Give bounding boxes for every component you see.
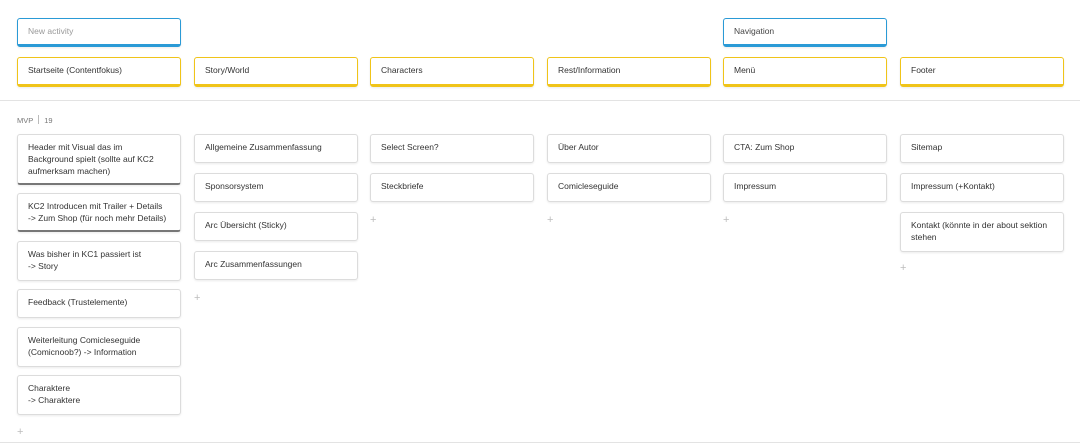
release-separator (38, 115, 40, 124)
story-card[interactable]: Sponsorsystem (194, 173, 358, 202)
story-card[interactable]: Charaktere -> Charaktere (17, 375, 181, 415)
activity-card-navigation[interactable]: Navigation (723, 18, 887, 47)
story-card[interactable]: Über Autor (547, 134, 711, 163)
story-card[interactable]: Header mit Visual das im Background spie… (17, 134, 181, 185)
story-card[interactable]: Kontakt (könnte in der about sektion ste… (900, 212, 1064, 252)
story-card[interactable]: Comicleseguide (547, 173, 711, 202)
story-card[interactable]: Impressum (+Kontakt) (900, 173, 1064, 202)
story-card[interactable]: Allgemeine Zusammenfassung (194, 134, 358, 163)
release-count: 19 (44, 116, 53, 125)
add-story-icon[interactable]: + (547, 215, 553, 226)
add-story-icon[interactable]: + (194, 293, 200, 304)
story-card[interactable]: Impressum (723, 173, 887, 202)
story-card[interactable]: Feedback (Trustelemente) (17, 289, 181, 318)
release-header: MVP 19 (17, 115, 53, 125)
step-card-startseite[interactable]: Startseite (Contentfokus) (17, 57, 181, 87)
story-card[interactable]: CTA: Zum Shop (723, 134, 887, 163)
release-divider-bottom (0, 442, 1080, 443)
story-card[interactable]: Was bisher in KC1 passiert ist -> Story (17, 241, 181, 281)
story-card[interactable]: Weiterleitung Comicleseguide (Comicnoob?… (17, 327, 181, 367)
story-card[interactable]: KC2 Introducen mit Trailer + Details -> … (17, 193, 181, 232)
story-card[interactable]: Sitemap (900, 134, 1064, 163)
step-card-footer[interactable]: Footer (900, 57, 1064, 87)
story-card[interactable]: Arc Übersicht (Sticky) (194, 212, 358, 241)
step-card-story-world[interactable]: Story/World (194, 57, 358, 87)
add-story-icon[interactable]: + (900, 263, 906, 274)
release-divider-top (0, 100, 1080, 101)
add-story-icon[interactable]: + (370, 215, 376, 226)
activity-card-new[interactable]: New activity (17, 18, 181, 47)
story-card[interactable]: Steckbriefe (370, 173, 534, 202)
add-story-icon[interactable]: + (723, 215, 729, 226)
step-card-menu[interactable]: Menü (723, 57, 887, 87)
release-name: MVP (17, 116, 34, 125)
add-story-icon[interactable]: + (17, 427, 23, 438)
story-card[interactable]: Arc Zusammenfassungen (194, 251, 358, 280)
step-card-rest-information[interactable]: Rest/Information (547, 57, 711, 87)
story-card[interactable]: Select Screen? (370, 134, 534, 163)
step-card-characters[interactable]: Characters (370, 57, 534, 87)
